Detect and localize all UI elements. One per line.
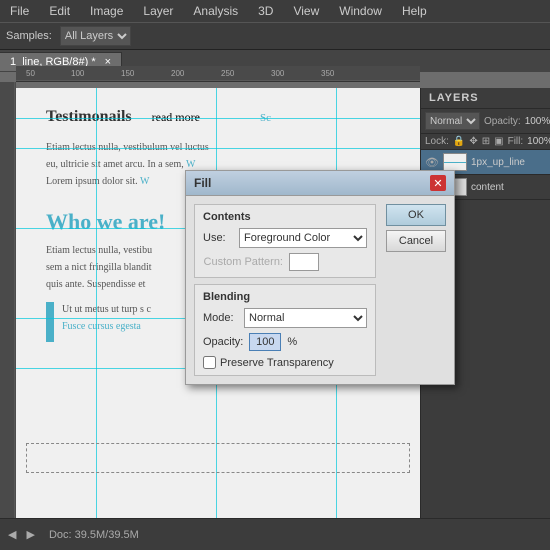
mode-select[interactable]: Normal Dissolve Multiply Screen	[244, 308, 367, 328]
mode-row: Mode: Normal Dissolve Multiply Screen	[203, 308, 367, 328]
menu-bar: File Edit Image Layer Analysis 3D View W…	[0, 0, 550, 22]
status-bar: ◀ ▶ Doc: 39.5M/39.5M	[0, 518, 550, 550]
svg-text:100: 100	[71, 69, 85, 78]
use-label: Use:	[203, 232, 233, 244]
layers-panel-title: LAYERS	[421, 88, 550, 109]
options-bar: Samples: All Layers	[0, 22, 550, 50]
custom-pattern-row: Custom Pattern:	[203, 253, 367, 271]
menu-window[interactable]: Window	[335, 2, 386, 20]
contents-group: Contents Use: Foreground Color Backgroun…	[194, 204, 376, 278]
menu-view[interactable]: View	[289, 2, 323, 20]
menu-help[interactable]: Help	[398, 2, 431, 20]
menu-file[interactable]: File	[6, 2, 33, 20]
fill-value: 100%	[527, 136, 550, 147]
menu-layer[interactable]: Layer	[139, 2, 177, 20]
svg-text:50: 50	[26, 69, 35, 78]
svg-text:200: 200	[171, 69, 185, 78]
samples-label: Samples:	[6, 30, 52, 42]
svg-text:250: 250	[221, 69, 235, 78]
ok-button[interactable]: OK	[386, 204, 446, 226]
blending-label: Blending	[203, 291, 367, 303]
opacity-unit: %	[287, 336, 297, 348]
menu-image[interactable]: Image	[86, 2, 127, 20]
ruler-horizontal: 50 100 150 200 250 300 350	[16, 66, 420, 82]
layer-name-2: content	[471, 182, 546, 193]
lock-icon: 🔒	[453, 136, 465, 147]
preserve-transparency-checkbox[interactable]	[203, 356, 216, 369]
menu-analysis[interactable]: Analysis	[189, 2, 242, 20]
fill-label: Fill:	[508, 136, 524, 147]
fill-dialog: Fill ✕ OK Cancel Contents Use: Foregroun…	[185, 170, 455, 385]
layers-mode-row: Normal Opacity: 100%	[421, 109, 550, 134]
svg-text:300: 300	[271, 69, 285, 78]
status-right-arrow[interactable]: ▶	[26, 528, 34, 541]
use-row: Use: Foreground Color Background Color C…	[203, 228, 367, 248]
lock-label: Lock:	[425, 136, 449, 147]
svg-text:150: 150	[121, 69, 135, 78]
move-icon: ✥	[469, 136, 477, 147]
para7: Ut ut metus ut turp s c	[62, 302, 151, 317]
opacity-value: 100%	[525, 116, 550, 127]
layer-name-1: 1px_up_line	[471, 157, 546, 168]
custom-pattern-label: Custom Pattern:	[203, 256, 283, 268]
samples-select[interactable]: All Layers	[60, 26, 131, 46]
blending-group: Blending Mode: Normal Dissolve Multiply …	[194, 284, 376, 376]
opacity-label: Opacity:	[203, 336, 243, 348]
layer-thumb-line	[443, 153, 467, 171]
cancel-button[interactable]: Cancel	[386, 230, 446, 252]
page-heading1: Testimonails	[46, 108, 132, 126]
opacity-row: Opacity: 100 %	[203, 333, 367, 351]
preserve-row: Preserve Transparency	[203, 356, 367, 369]
blend-mode-select[interactable]: Normal	[425, 112, 480, 130]
dialog-action-buttons: OK Cancel	[386, 204, 446, 252]
para8: Fusce cursus egesta	[62, 319, 151, 334]
preserve-label: Preserve Transparency	[220, 357, 334, 369]
opacity-label: Opacity:	[484, 116, 521, 127]
ruler-vertical	[0, 82, 16, 518]
guide-line-h1	[16, 118, 420, 119]
pixel-icon: ▣	[494, 136, 503, 147]
use-select[interactable]: Foreground Color Background Color Color.…	[239, 228, 367, 248]
status-left-arrow[interactable]: ◀	[8, 528, 16, 541]
dialog-titlebar: Fill ✕	[186, 171, 454, 196]
ruler-v-marks	[0, 82, 16, 518]
dialog-title: Fill	[194, 176, 211, 190]
status-info: Doc: 39.5M/39.5M	[49, 529, 139, 541]
guide-line-h2	[16, 148, 420, 149]
dialog-body: OK Cancel Contents Use: Foreground Color…	[186, 196, 454, 384]
eye-icon[interactable]: 👁	[425, 156, 439, 169]
opacity-input[interactable]: 100	[249, 333, 281, 351]
contents-label: Contents	[203, 211, 367, 223]
mode-label: Mode:	[203, 312, 238, 324]
dialog-close-button[interactable]: ✕	[430, 175, 446, 191]
lock-row: Lock: 🔒 ✥ ⊞ ▣ Fill: 100%	[421, 134, 550, 150]
menu-3d[interactable]: 3D	[254, 2, 277, 20]
selection-marquee	[26, 443, 410, 473]
blue-accent-bar	[46, 302, 54, 342]
svg-text:350: 350	[321, 69, 335, 78]
menu-edit[interactable]: Edit	[45, 2, 74, 20]
transform-icon: ⊞	[482, 136, 490, 147]
custom-pattern-swatch[interactable]	[289, 253, 319, 271]
ruler-h-marks: 50 100 150 200 250 300 350	[16, 66, 420, 82]
